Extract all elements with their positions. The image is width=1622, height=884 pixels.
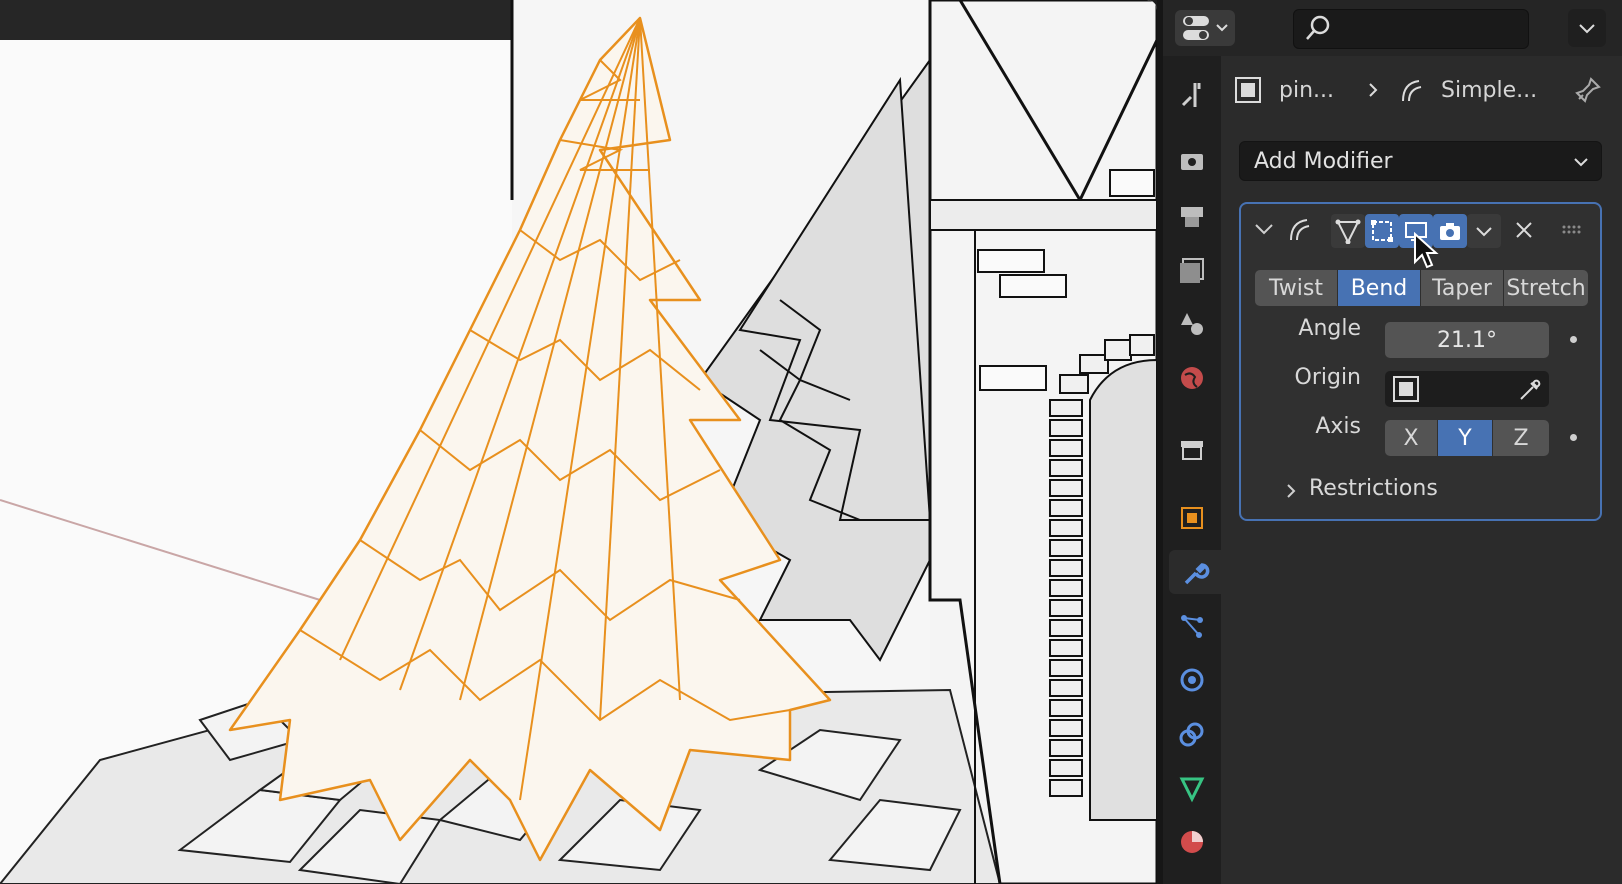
particles-icon bbox=[1181, 615, 1203, 638]
tab-scene[interactable] bbox=[1169, 302, 1215, 346]
axis-z[interactable]: Z bbox=[1493, 420, 1549, 456]
angle-label: Angle bbox=[1298, 316, 1361, 341]
constraints-icon bbox=[1179, 722, 1204, 747]
collapse-chevron-icon[interactable] bbox=[1251, 216, 1277, 242]
mode-bend[interactable]: Bend bbox=[1338, 270, 1421, 306]
scene-icon bbox=[1181, 313, 1203, 335]
axis-label: Axis bbox=[1315, 414, 1361, 439]
camera-icon bbox=[1440, 223, 1460, 240]
keyframe-dot[interactable] bbox=[1570, 336, 1577, 343]
physics-icon bbox=[1180, 668, 1204, 692]
restrictions-subpanel[interactable]: Restrictions bbox=[1309, 476, 1438, 501]
properties-header bbox=[1163, 0, 1622, 56]
tab-collection[interactable] bbox=[1169, 428, 1215, 472]
axis-x[interactable]: X bbox=[1385, 420, 1437, 456]
render-icon bbox=[1181, 154, 1203, 170]
tab-particles[interactable] bbox=[1169, 604, 1215, 648]
3d-viewport[interactable] bbox=[0, 0, 1157, 884]
tab-world[interactable] bbox=[1169, 356, 1215, 400]
tab-constraints[interactable] bbox=[1169, 712, 1215, 756]
chevron-right-icon[interactable] bbox=[1281, 481, 1301, 501]
deform-mode-selector: Twist Bend Taper Stretch bbox=[1255, 270, 1588, 306]
material-icon bbox=[1181, 831, 1203, 853]
eyedropper-icon[interactable] bbox=[1517, 375, 1545, 403]
tool-icon bbox=[1181, 83, 1201, 107]
tab-material[interactable] bbox=[1169, 820, 1215, 864]
add-modifier-label: Add Modifier bbox=[1254, 148, 1393, 174]
output-icon bbox=[1181, 207, 1203, 227]
chevron-down-icon bbox=[1579, 24, 1595, 34]
breadcrumb: pin... Simple... bbox=[1233, 68, 1613, 112]
options-dropdown-button[interactable] bbox=[1568, 9, 1606, 47]
close-icon[interactable] bbox=[1511, 217, 1537, 243]
add-modifier-dropdown[interactable]: Add Modifier bbox=[1239, 141, 1602, 181]
keyframe-dot[interactable] bbox=[1570, 434, 1577, 441]
search-input[interactable] bbox=[1293, 9, 1529, 49]
modifier-menu-button[interactable] bbox=[1467, 214, 1501, 248]
scene-render bbox=[0, 0, 1157, 884]
mode-twist[interactable]: Twist bbox=[1255, 270, 1338, 306]
tab-modifiers[interactable] bbox=[1169, 550, 1221, 594]
tab-output[interactable] bbox=[1169, 194, 1215, 238]
pin-icon[interactable] bbox=[1573, 75, 1603, 105]
object-icon bbox=[1181, 507, 1203, 529]
mode-taper[interactable]: Taper bbox=[1421, 270, 1504, 306]
editor-type-icon bbox=[1183, 16, 1228, 40]
edit-mode-icon bbox=[1335, 219, 1361, 244]
world-icon bbox=[1181, 367, 1203, 389]
edit-mode-toggle[interactable] bbox=[1331, 214, 1365, 248]
breadcrumb-modifier: Simple... bbox=[1441, 77, 1538, 103]
mouse-cursor-icon bbox=[1414, 232, 1439, 269]
simple-deform-icon bbox=[1402, 80, 1422, 102]
search-icon bbox=[1306, 15, 1330, 40]
angle-field[interactable]: 21.1° bbox=[1385, 322, 1549, 358]
tab-render[interactable] bbox=[1169, 138, 1215, 182]
collection-icon bbox=[1181, 441, 1203, 460]
axis-y[interactable]: Y bbox=[1438, 420, 1492, 456]
drag-handle-icon[interactable] bbox=[1559, 217, 1585, 243]
chevron-down-icon bbox=[1476, 227, 1492, 237]
tab-object[interactable] bbox=[1169, 496, 1215, 540]
chevron-right-icon bbox=[1369, 83, 1378, 97]
editor-type-button[interactable] bbox=[1175, 10, 1235, 46]
cage-icon bbox=[1371, 220, 1393, 242]
modifier-icon bbox=[1184, 563, 1210, 585]
mode-stretch[interactable]: Stretch bbox=[1504, 270, 1588, 306]
object-icon bbox=[1393, 376, 1419, 402]
tab-tool[interactable] bbox=[1169, 72, 1215, 116]
properties-tabs bbox=[1163, 56, 1221, 884]
tab-view-layer[interactable] bbox=[1169, 248, 1215, 292]
simple-deform-icon bbox=[1290, 219, 1310, 241]
data-icon bbox=[1179, 777, 1205, 803]
object-icon bbox=[1235, 77, 1261, 103]
view-layer-icon bbox=[1180, 258, 1204, 283]
chevron-down-icon bbox=[1574, 158, 1588, 167]
origin-label: Origin bbox=[1294, 365, 1362, 390]
tab-physics[interactable] bbox=[1169, 658, 1215, 702]
tab-data[interactable] bbox=[1169, 766, 1215, 810]
properties-panel: pin... Simple... Add Modifier Twist Bend… bbox=[1163, 0, 1622, 884]
origin-field[interactable] bbox=[1385, 371, 1549, 407]
on-cage-toggle[interactable] bbox=[1365, 214, 1399, 248]
breadcrumb-object: pin... bbox=[1279, 77, 1334, 103]
